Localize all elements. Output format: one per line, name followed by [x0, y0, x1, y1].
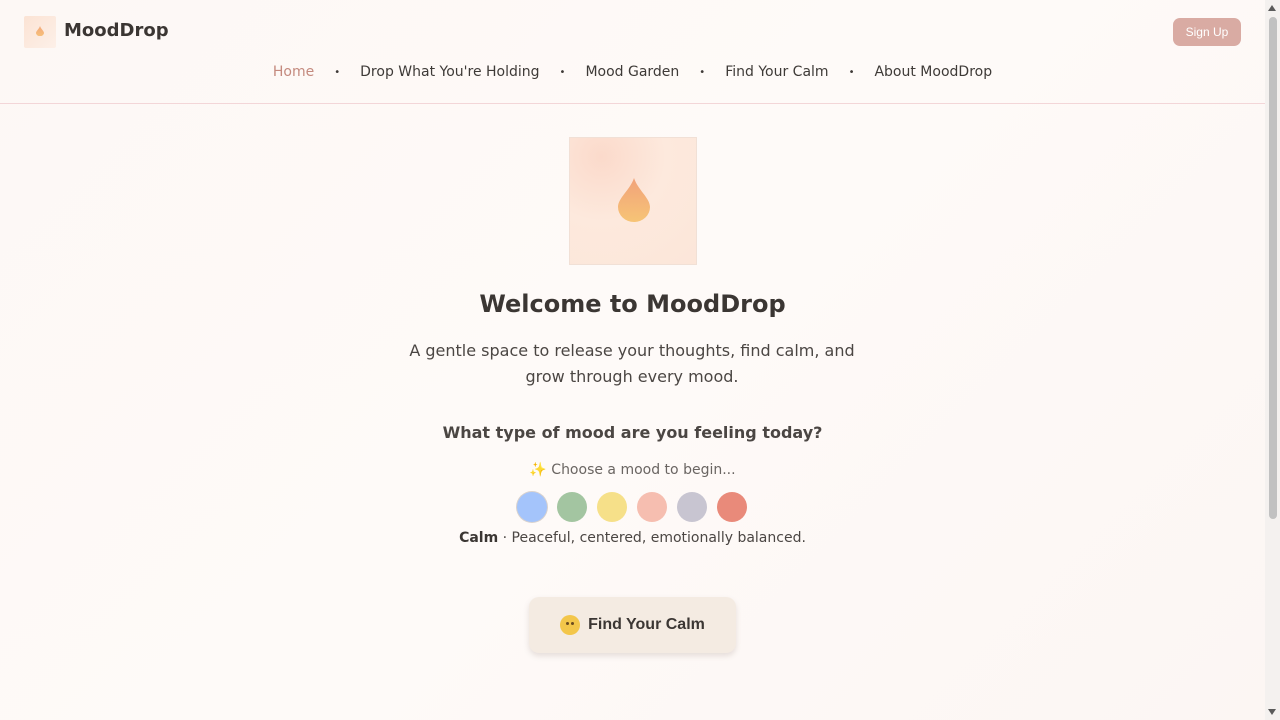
mood-option[interactable]	[677, 492, 707, 522]
nav-item-mood-garden[interactable]: Mood Garden	[585, 64, 679, 80]
header: MoodDrop Sign Up Home • Drop What You're…	[0, 0, 1265, 104]
mood-option[interactable]	[637, 492, 667, 522]
mood-question: What type of mood are you feeling today?	[442, 423, 823, 442]
mood-option[interactable]	[597, 492, 627, 522]
drop-icon	[36, 26, 44, 36]
find-your-calm-button[interactable]: Find Your Calm	[529, 597, 736, 653]
mood-option[interactable]	[557, 492, 587, 522]
mood-hint: ✨ Choose a mood to begin...	[529, 462, 736, 478]
hugging-face-icon	[560, 615, 581, 635]
nav-item-find-calm[interactable]: Find Your Calm	[725, 64, 828, 80]
brand-name[interactable]: MoodDrop	[64, 20, 169, 41]
nav-item-drop[interactable]: Drop What You're Holding	[360, 64, 539, 80]
logo[interactable]	[24, 16, 56, 48]
nav-separator: •	[334, 66, 341, 78]
page: MoodDrop Sign Up Home • Drop What You're…	[0, 0, 1265, 720]
mood-picker	[517, 492, 757, 522]
sign-up-button[interactable]: Sign Up	[1173, 18, 1241, 46]
drop-icon	[618, 178, 650, 222]
nav-separator: •	[848, 66, 855, 78]
selected-mood-description: Peaceful, centered, emotionally balanced…	[511, 530, 806, 546]
page-subtitle: A gentle space to release your thoughts,…	[409, 341, 855, 386]
nav-separator: •	[559, 66, 566, 78]
vertical-scrollbar[interactable]	[1265, 0, 1280, 720]
mood-option-calm[interactable]	[517, 492, 547, 522]
nav-item-home[interactable]: Home	[273, 64, 314, 80]
nav-item-about[interactable]: About MoodDrop	[874, 64, 992, 80]
page-title: Welcome to MoodDrop	[479, 290, 786, 318]
scroll-up-icon[interactable]	[1268, 5, 1276, 11]
cta-label: Find Your Calm	[588, 616, 705, 633]
mood-option[interactable]	[717, 492, 747, 522]
selected-mood-name: Calm	[459, 530, 499, 546]
hero-image	[569, 137, 697, 265]
nav-separator: •	[699, 66, 706, 78]
mood-description: Calm · Peaceful, centered, emotionally b…	[0, 530, 1265, 546]
mood-description-separator: ·	[498, 530, 512, 546]
scroll-thumb[interactable]	[1269, 17, 1277, 519]
scroll-down-icon[interactable]	[1268, 709, 1276, 715]
main-nav: Home • Drop What You're Holding • Mood G…	[0, 64, 1265, 80]
